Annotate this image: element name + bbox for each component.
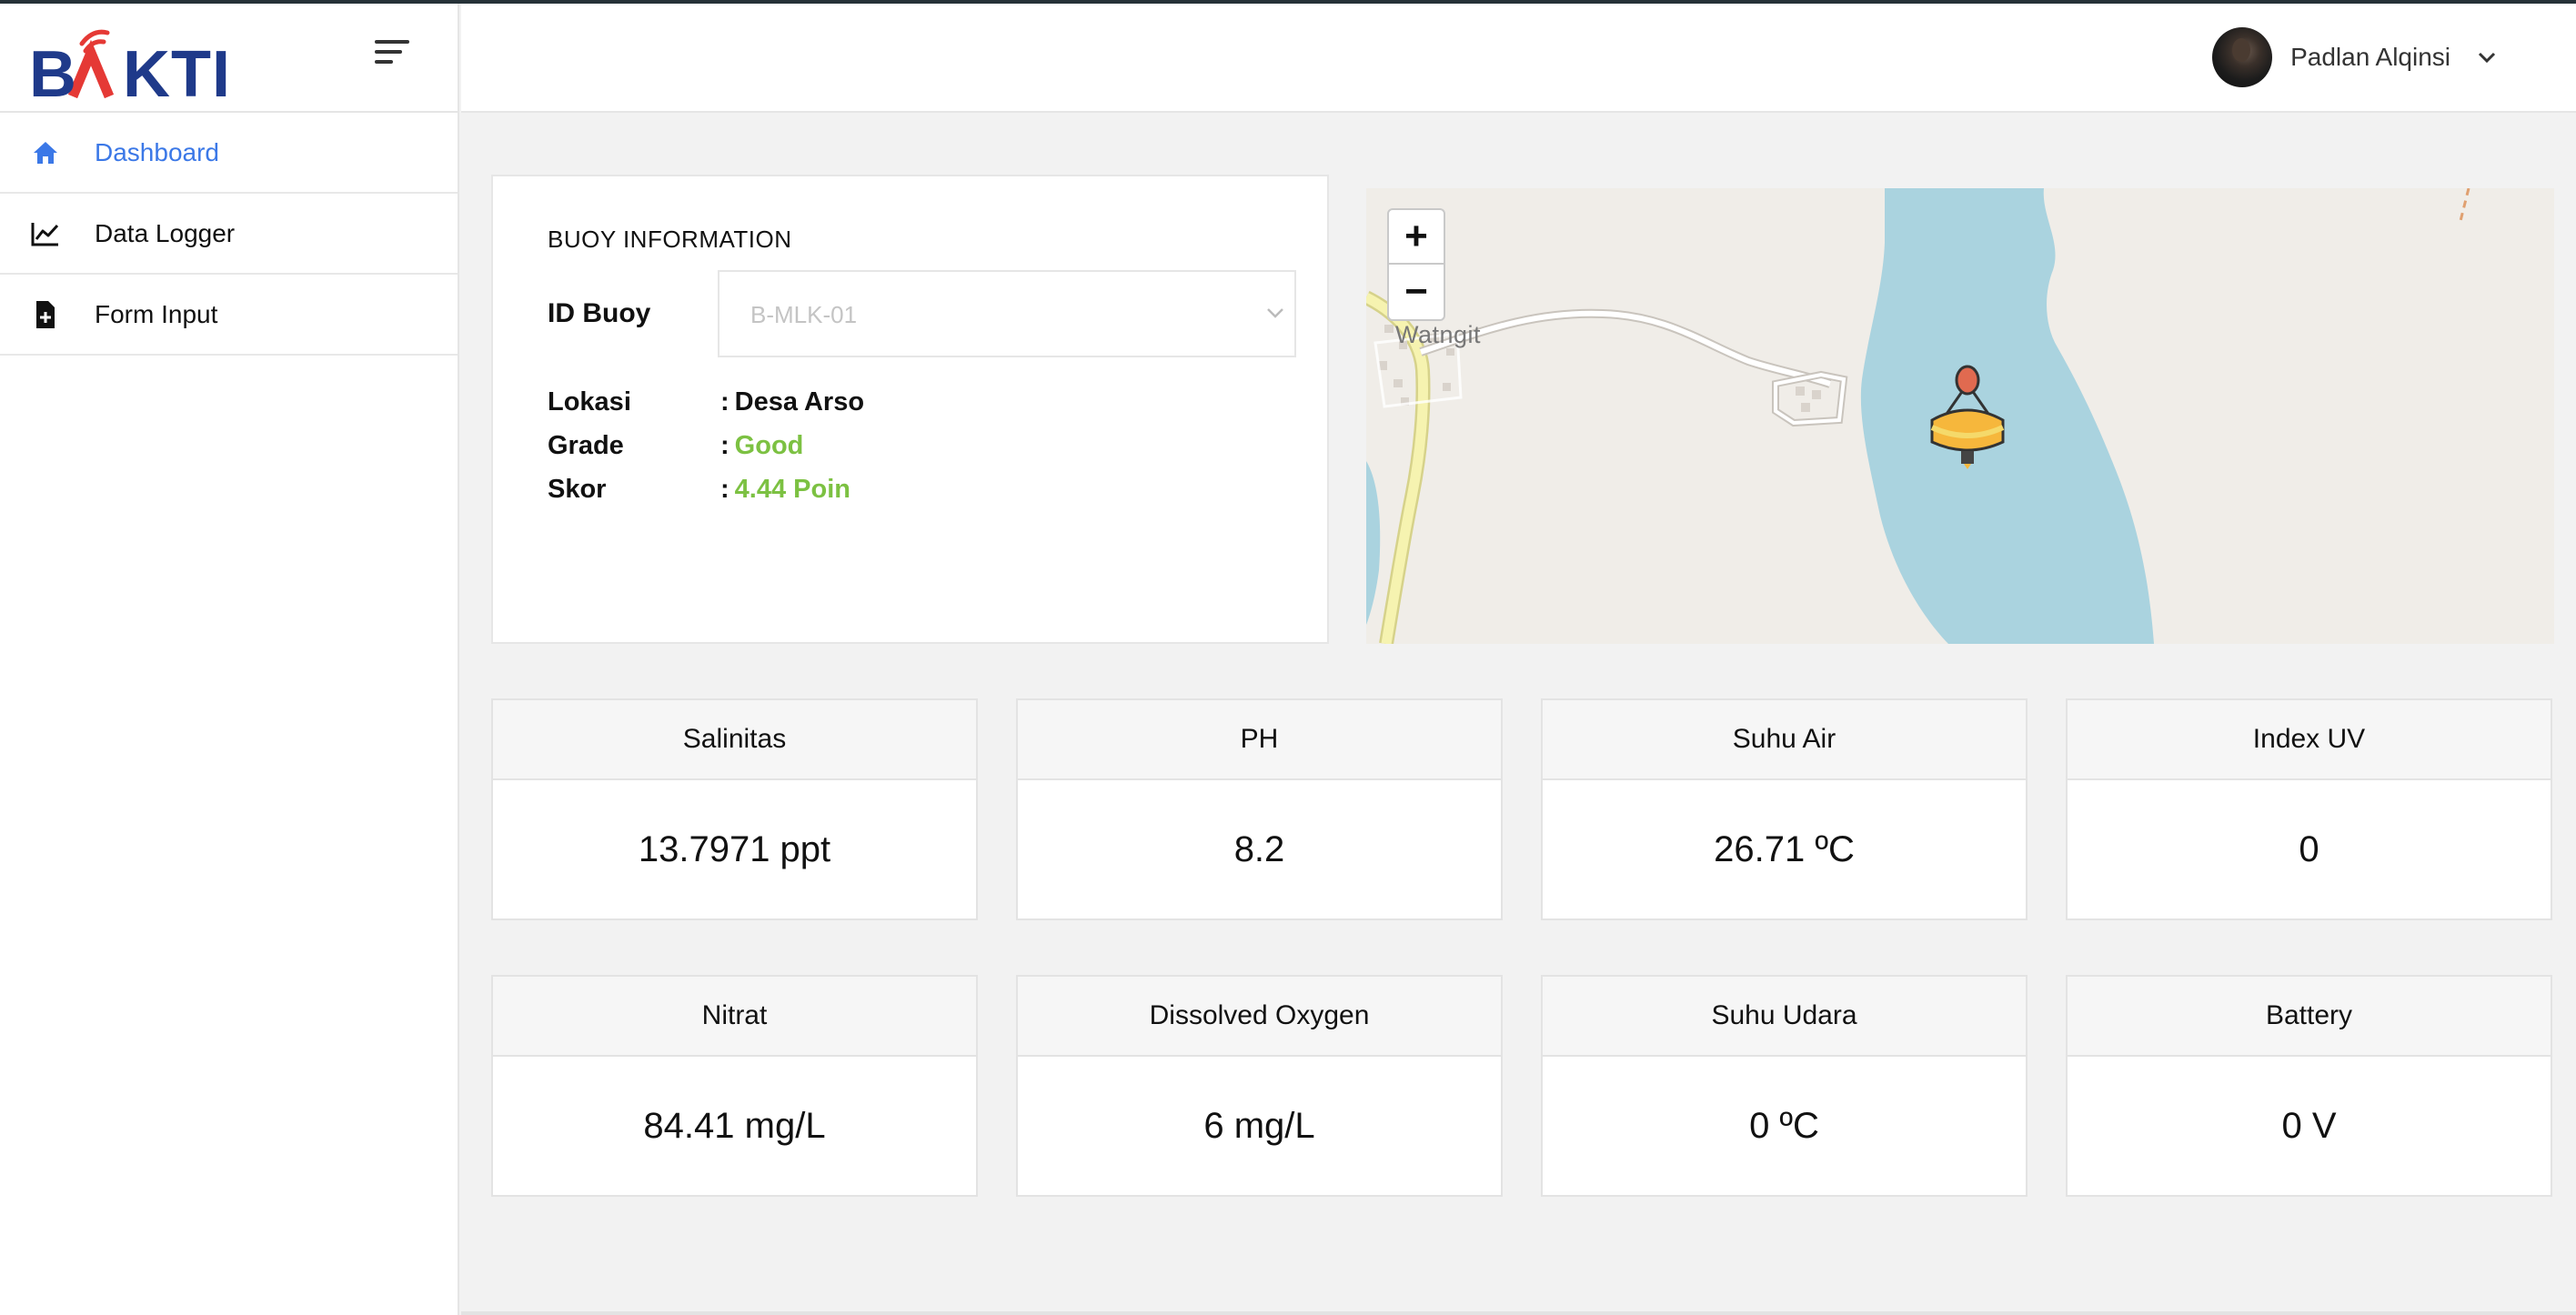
metric-label: Dissolved Oxygen — [1018, 977, 1501, 1057]
avatar[interactable] — [2212, 27, 2273, 87]
metric-value: 13.7971 ppt — [638, 828, 831, 869]
metric-value: 84.41 mg/L — [643, 1105, 826, 1146]
metric-card-battery: Battery 0 V — [2066, 975, 2552, 1197]
metric-card-ph: PH 8.2 — [1016, 698, 1503, 920]
metric-value: 0 V — [2281, 1105, 2337, 1146]
info-separator: : — [720, 387, 730, 417]
sidebar-item-label: Dashboard — [95, 137, 219, 166]
metric-card-index-uv: Index UV 0 — [2066, 698, 2552, 920]
metric-value: 8.2 — [1233, 828, 1285, 869]
metric-label: Suhu Air — [1543, 700, 2026, 780]
sidebar-item-form-input[interactable]: Form Input — [0, 275, 458, 356]
metric-card-salinitas: Salinitas 13.7971 ppt — [491, 698, 978, 920]
info-row-skor: Skor:4.44 Poin — [548, 475, 850, 505]
metric-label: Suhu Udara — [1543, 977, 2026, 1057]
top-accent-line — [0, 0, 2576, 4]
metric-label: PH — [1018, 700, 1501, 780]
zoom-in-button[interactable]: + — [1389, 210, 1444, 265]
info-row-grade: Grade: Good — [548, 431, 803, 461]
user-name: Padlan Alqinsi — [2290, 43, 2450, 71]
bakti-logo[interactable]: B KTI — [29, 20, 231, 107]
score-value: 4.44 Poin — [734, 475, 850, 504]
line-chart-icon — [29, 217, 62, 250]
info-key: Grade — [548, 431, 624, 460]
logo-text: B KTI — [29, 38, 231, 111]
buoy-information-card: BUOY INFORMATION ID Buoy B-MLK-01 Lokasi… — [491, 175, 1329, 644]
user-menu[interactable]: Padlan Alqinsi — [2212, 27, 2496, 87]
footer-divider — [461, 1311, 2576, 1315]
buoy-map[interactable]: + − Watngit — [1366, 188, 2554, 644]
metric-label: Battery — [2068, 977, 2551, 1057]
id-buoy-label: ID Buoy — [548, 298, 651, 328]
metric-card-suhu-udara: Suhu Udara 0 ºC — [1541, 975, 2028, 1197]
metric-value: 0 ºC — [1749, 1105, 1819, 1146]
sidebar: B KTI Dashboard Data Logger Form Input — [0, 0, 459, 1315]
home-icon — [29, 136, 62, 169]
info-row-lokasi: Lokasi: Desa Arso — [548, 387, 864, 417]
hamburger-line — [375, 50, 402, 54]
grade-value: Good — [734, 431, 804, 460]
metric-card-nitrat: Nitrat 84.41 mg/L — [491, 975, 978, 1197]
sidebar-item-dashboard[interactable]: Dashboard — [0, 113, 458, 194]
sidebar-item-data-logger[interactable]: Data Logger — [0, 194, 458, 275]
metric-label: Salinitas — [493, 700, 976, 780]
file-plus-icon — [29, 298, 62, 331]
sidebar-item-label: Form Input — [95, 299, 218, 328]
info-key: Lokasi — [548, 387, 631, 417]
info-key: Skor — [548, 475, 607, 504]
hamburger-line — [375, 40, 409, 44]
sidebar-item-label: Data Logger — [95, 218, 236, 247]
info-separator: : — [720, 431, 730, 460]
info-separator: : — [720, 475, 730, 504]
metric-card-dissolved-oxygen: Dissolved Oxygen 6 mg/L — [1016, 975, 1503, 1197]
top-header: Padlan Alqinsi — [461, 4, 2576, 113]
metric-card-suhu-air: Suhu Air 26.71 ºC — [1541, 698, 2028, 920]
selected-buoy-value: B-MLK-01 — [750, 301, 858, 328]
menu-toggle-button[interactable] — [375, 40, 415, 71]
metric-label: Nitrat — [493, 977, 976, 1057]
map-place-label: Watngit — [1395, 321, 1482, 348]
metric-value: 0 — [2299, 828, 2319, 869]
chevron-down-icon — [2478, 52, 2496, 64]
metric-value: 6 mg/L — [1203, 1105, 1315, 1146]
buoy-marker-icon[interactable] — [1927, 364, 2008, 471]
info-value: Desa Arso — [734, 387, 865, 417]
hamburger-line — [375, 60, 393, 64]
card-title: BUOY INFORMATION — [548, 226, 792, 253]
brand-header: B KTI — [0, 0, 458, 113]
metric-label: Index UV — [2068, 700, 2551, 780]
zoom-control: + − — [1387, 208, 1445, 321]
chevron-down-icon — [1267, 308, 1283, 318]
zoom-out-button[interactable]: − — [1389, 265, 1444, 319]
metric-value: 26.71 ºC — [1714, 828, 1855, 869]
id-buoy-select[interactable]: B-MLK-01 — [718, 270, 1296, 357]
